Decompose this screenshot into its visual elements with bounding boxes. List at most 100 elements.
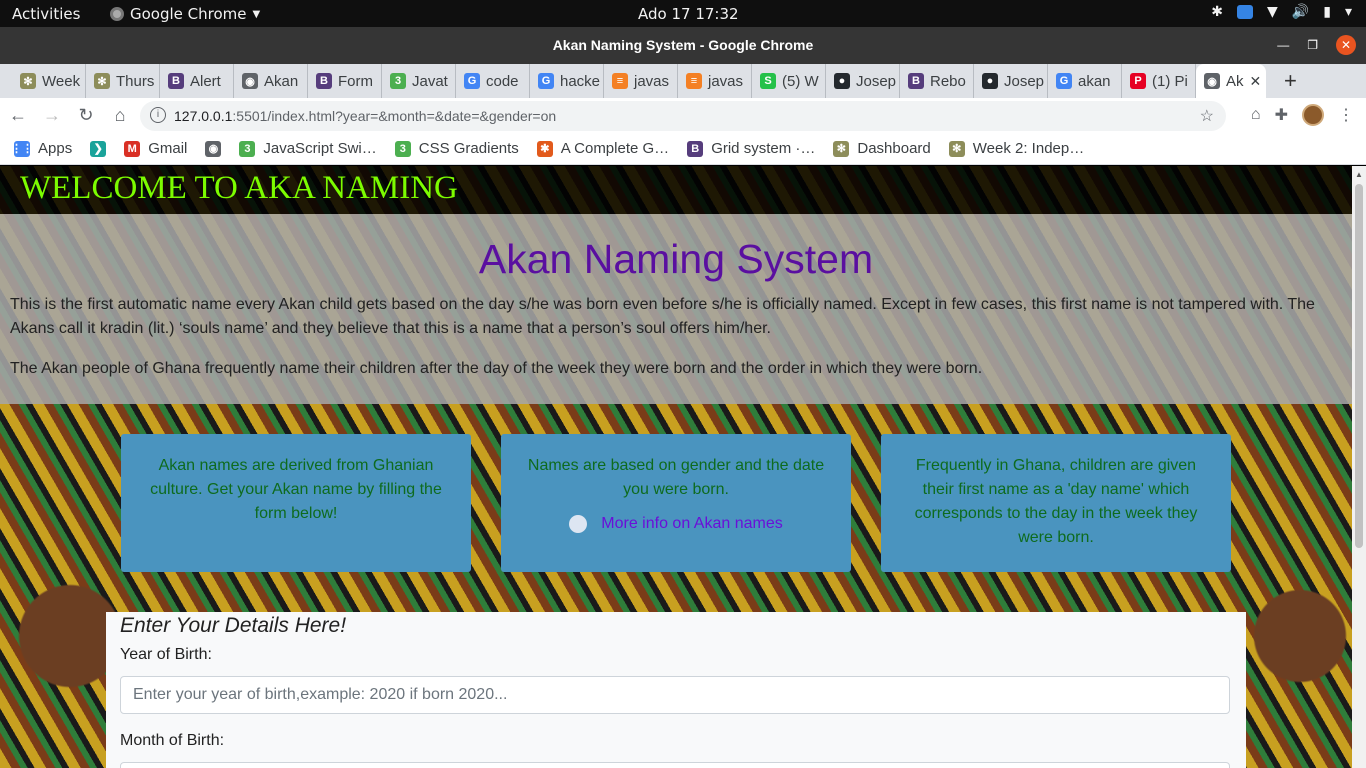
tree-icon: ✻ [948, 140, 965, 157]
globe-icon: ◉ [242, 73, 258, 89]
page-title: Akan Naming System [478, 236, 874, 282]
chrome-menu-icon[interactable]: ⋮ [1338, 105, 1354, 125]
more-info-link[interactable]: More info on Akan names [601, 512, 782, 536]
browser-tab[interactable]: Gcode [456, 64, 530, 98]
minimize-icon[interactable]: — [1277, 38, 1289, 52]
activities-button[interactable]: Activities [12, 5, 80, 23]
toolbar-actions: ⌂ ✚ ⋮ [1251, 104, 1354, 126]
bootstrap-icon: B [168, 73, 184, 89]
w3-icon: 3 [239, 140, 256, 157]
address-bar[interactable]: i 127.0.0.1:5501/index.html?year=&month=… [140, 101, 1226, 131]
browser-tab[interactable]: S (5) W [752, 64, 826, 98]
google-icon: G [1056, 73, 1072, 89]
browser-tab[interactable]: Ghacke [530, 64, 604, 98]
tree-icon: ✻ [833, 140, 850, 157]
browser-tab[interactable]: B Rebo [900, 64, 974, 98]
stackoverflow-icon: ≡ [612, 73, 628, 89]
browser-tab[interactable]: ✻ Week [12, 64, 86, 98]
intro-section: Akan Naming System This is the first aut… [0, 214, 1352, 404]
maximize-icon[interactable]: ❐ [1307, 38, 1318, 52]
tab-label: Rebo [930, 72, 966, 90]
tab-label: Week [42, 72, 81, 90]
back-icon[interactable]: ← [2, 105, 34, 126]
url-path: :5501/index.html?year=&month=&date=&gend… [232, 108, 557, 124]
bookmark-item[interactable]: 3 JavaScript Swi… [239, 140, 377, 157]
page-viewport: WELCOME TO AKA NAMING Akan Naming System… [0, 166, 1352, 768]
browser-tab[interactable]: ✻ Thurs [86, 64, 160, 98]
info-card-day-name: Frequently in Ghana, children are given … [881, 434, 1231, 572]
bookmark-item[interactable]: M Gmail [124, 140, 187, 157]
tab-label: Thurs [116, 72, 155, 90]
browser-tab[interactable]: Gakan [1048, 64, 1122, 98]
profile-avatar[interactable] [1302, 104, 1324, 126]
scrollbar-thumb[interactable] [1355, 184, 1363, 548]
browser-tab[interactable]: ● Josep [826, 64, 900, 98]
new-tab-icon[interactable]: + [1284, 68, 1297, 94]
bookmark-item[interactable]: ✱ A Complete G… [536, 140, 669, 157]
browser-tab[interactable]: ● Josep [974, 64, 1048, 98]
browser-tab[interactable]: B Alert [160, 64, 234, 98]
github-icon: ● [982, 73, 998, 89]
tab-label: akan [1078, 72, 1111, 90]
clock[interactable]: Ado 17 17:32 [638, 5, 739, 23]
browser-tab[interactable]: P (1) Pi [1122, 64, 1196, 98]
more-info-row: More info on Akan names [523, 512, 829, 536]
tree-icon: ✻ [94, 73, 110, 89]
bookmark-item[interactable]: ⋮⋮ Apps [11, 140, 72, 157]
year-of-birth-input[interactable] [120, 676, 1230, 714]
form-heading: Enter Your Details Here! [120, 614, 347, 637]
stackoverflow-icon: ≡ [686, 73, 702, 89]
url-text[interactable]: 127.0.0.1:5501/index.html?year=&month=&d… [174, 108, 556, 124]
system-tray[interactable]: ✱ ▼ 🔊 ▮ ▾ [1211, 4, 1352, 20]
extensions-puzzle-icon[interactable]: ✚ [1275, 105, 1288, 125]
browser-tab[interactable]: ≡ javas [604, 64, 678, 98]
extension-home-icon[interactable]: ⌂ [1251, 106, 1261, 124]
bookmark-label: Grid system ·… [711, 140, 816, 157]
browser-tab[interactable]: B Form [308, 64, 382, 98]
bookmark-label: JavaScript Swi… [263, 140, 377, 157]
system-top-bar: Activities Google Chrome ▼ Ado 17 17:32 … [0, 0, 1366, 27]
wifi-icon[interactable]: ▼ [1267, 4, 1278, 20]
window-title: Akan Naming System - Google Chrome [552, 37, 814, 53]
battery-icon[interactable]: ▮ [1323, 4, 1331, 20]
browser-tab[interactable]: ◉ Akan [234, 64, 308, 98]
site-info-icon[interactable]: i [150, 107, 166, 123]
intro-paragraph-1: This is the first automatic name every A… [10, 296, 1315, 337]
bookmark-item[interactable]: B Grid system ·… [687, 140, 815, 157]
info-card-gender: Names are based on gender and the date y… [501, 434, 851, 572]
tab-label: Javat [412, 72, 448, 90]
pinterest-icon: P [1130, 73, 1146, 89]
bootstrap-icon: B [908, 73, 924, 89]
welcome-banner: WELCOME TO AKA NAMING [0, 166, 1352, 214]
bookmark-item[interactable]: ✻ Week 2: Indep… [948, 140, 1084, 157]
tab-label: (5) W [782, 72, 819, 90]
chevron-logo-icon: ❯ [90, 140, 107, 157]
browser-tab[interactable]: ≡ javas [678, 64, 752, 98]
reload-icon[interactable]: ↻ [70, 105, 102, 126]
home-icon[interactable]: ⌂ [104, 105, 136, 126]
bootstrap-icon: B [316, 73, 332, 89]
bookmark-item[interactable]: ✻ Dashboard [833, 140, 931, 157]
bookmark-item[interactable]: 3 CSS Gradients [394, 140, 519, 157]
browser-tab[interactable]: 3 Javat [382, 64, 456, 98]
scroll-up-icon[interactable]: ▲ [1355, 170, 1363, 179]
bookmark-item[interactable]: ◉ [205, 140, 222, 157]
month-of-birth-input[interactable] [120, 762, 1230, 768]
bootstrap-icon: B [687, 140, 704, 157]
forward-icon[interactable]: → [36, 105, 68, 126]
bookmark-star-icon[interactable]: ☆ [1200, 106, 1214, 126]
screen-recorder-icon[interactable] [1237, 5, 1254, 19]
bookmark-item[interactable]: ❯ [90, 140, 107, 157]
volume-icon[interactable]: 🔊 [1292, 4, 1309, 20]
tab-label: Alert [190, 72, 221, 90]
power-menu-icon[interactable]: ▾ [1345, 4, 1352, 20]
url-host: 127.0.0.1 [174, 108, 233, 124]
slack-tray-icon[interactable]: ✱ [1211, 4, 1223, 20]
app-menu[interactable]: Google Chrome ▼ [110, 5, 260, 23]
close-tab-icon[interactable]: ✕ [1250, 73, 1262, 90]
tab-label: (1) Pi [1152, 72, 1188, 90]
tab-label: Form [338, 72, 373, 90]
page-scrollbar[interactable]: ▲ [1352, 166, 1366, 768]
close-window-icon[interactable]: ✕ [1336, 35, 1356, 55]
tab-active[interactable]: ◉ Ak ✕ [1196, 64, 1266, 98]
